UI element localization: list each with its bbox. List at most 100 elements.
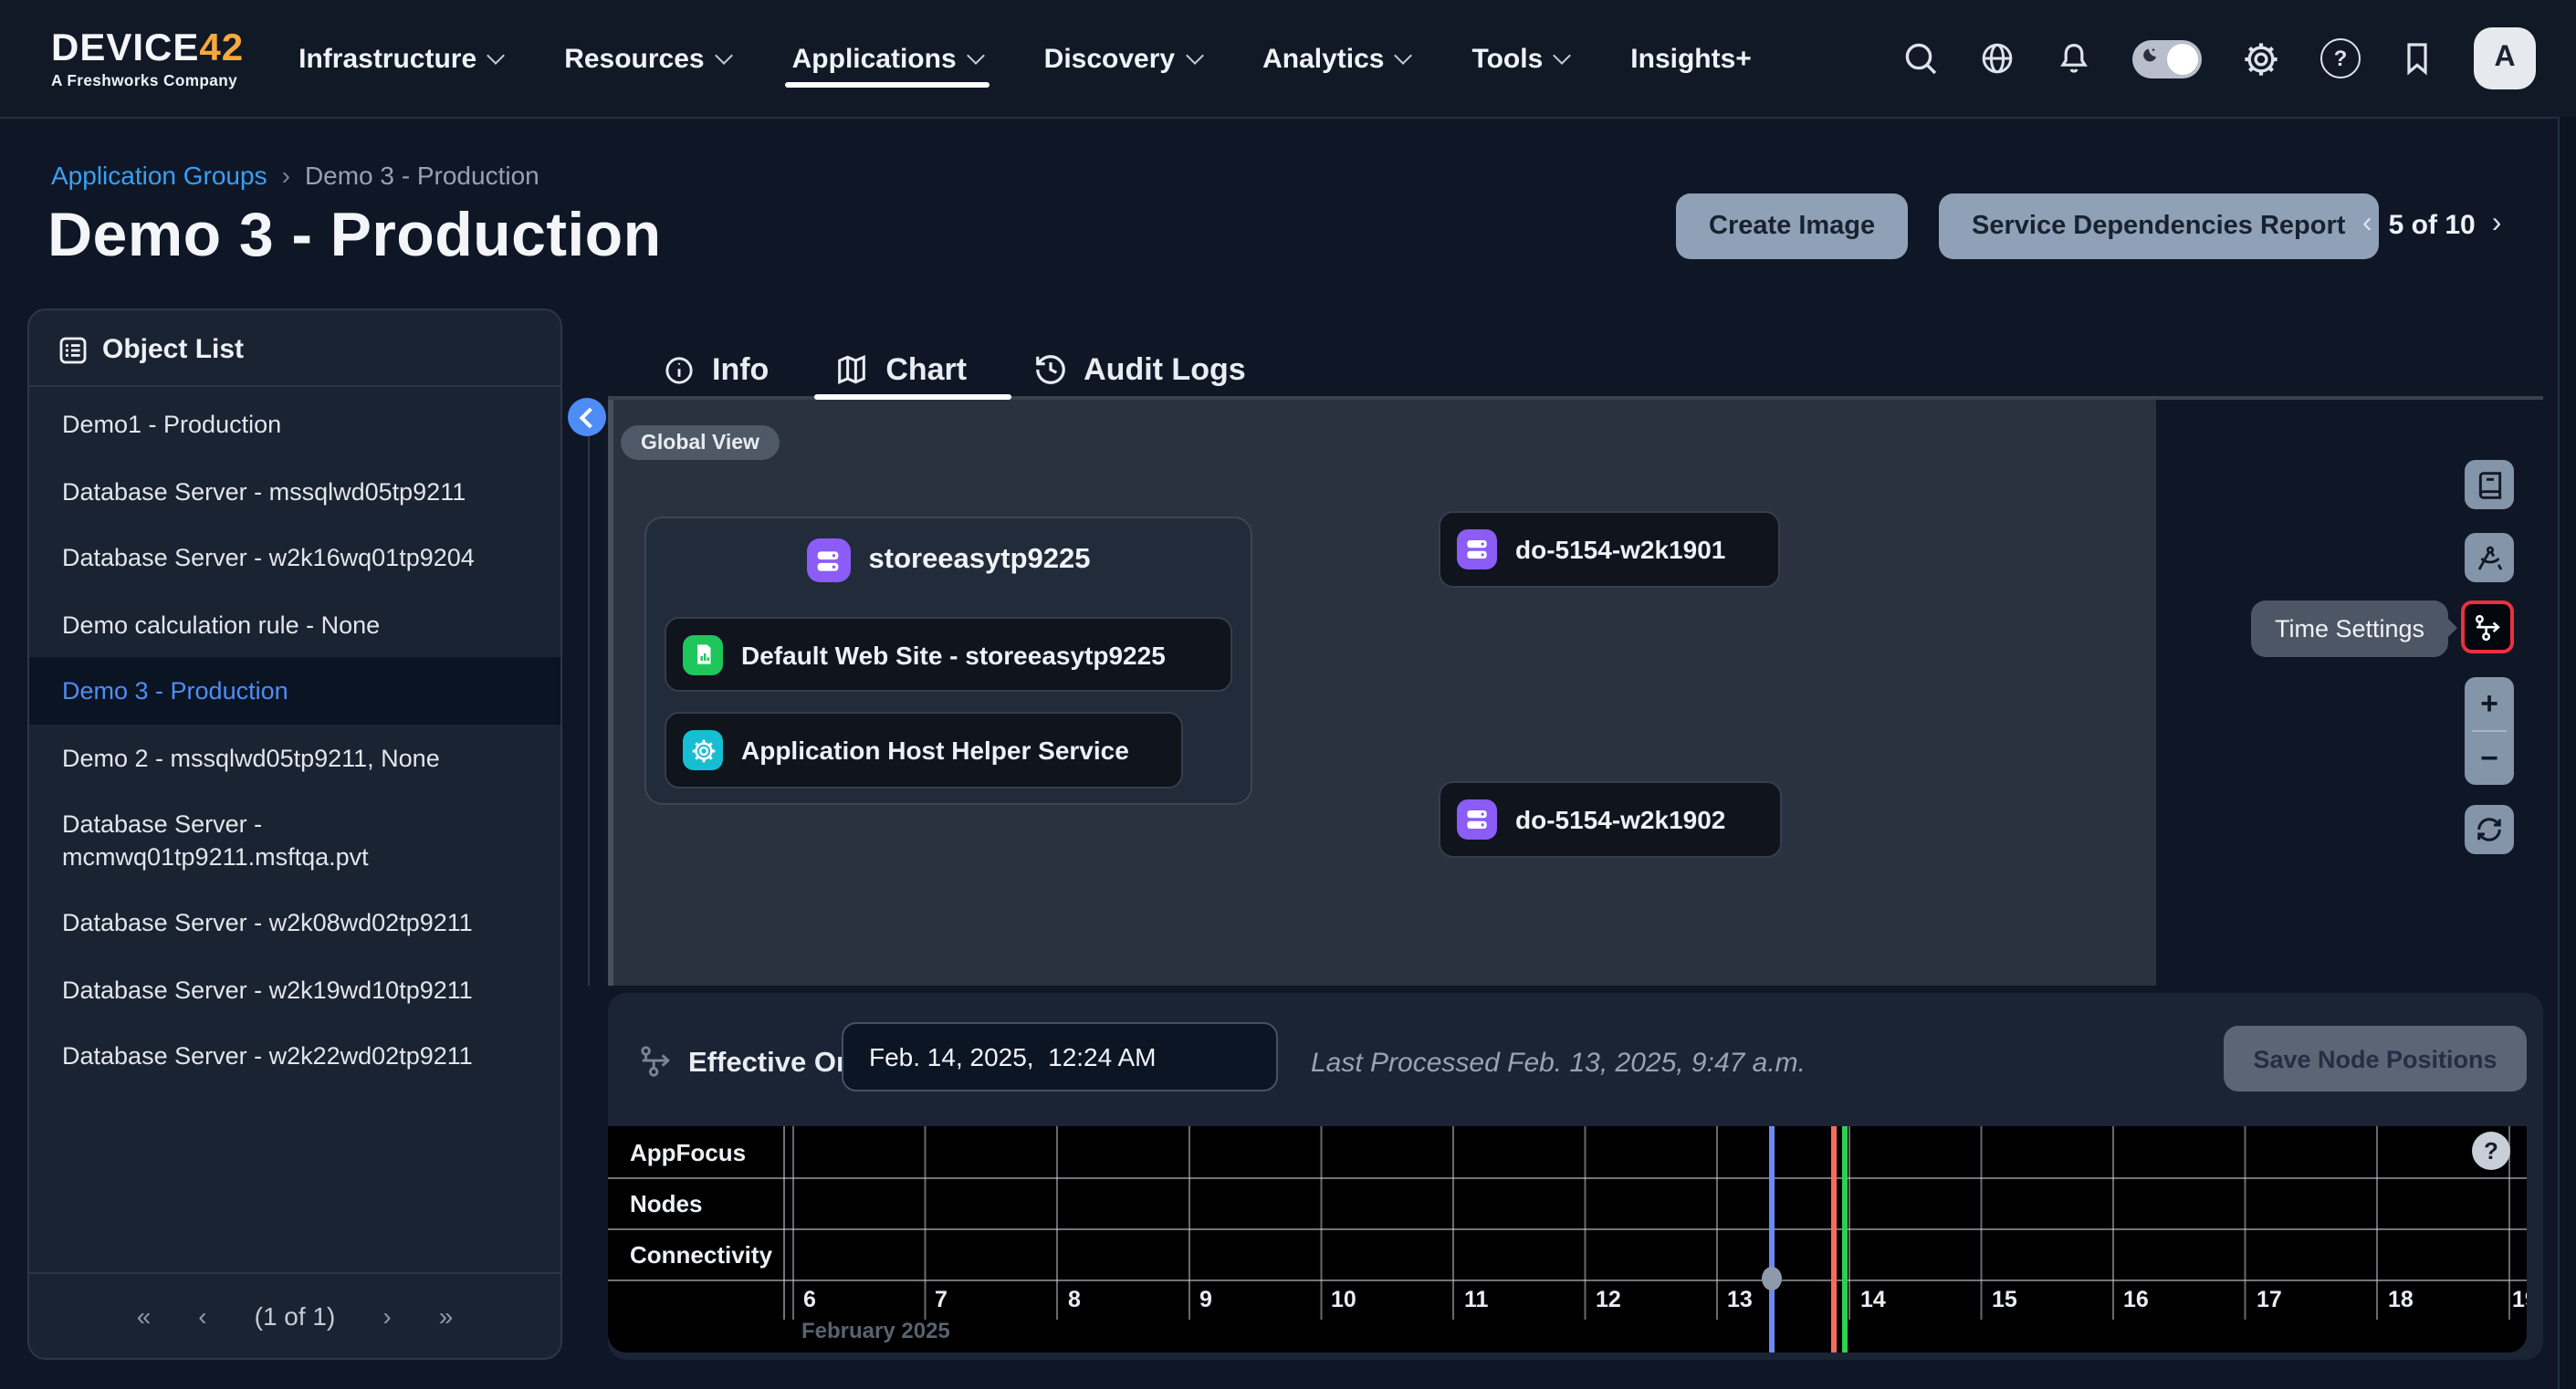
chevron-down-icon bbox=[1395, 46, 1413, 64]
timeline-help-icon[interactable]: ? bbox=[2472, 1132, 2510, 1170]
server-icon bbox=[807, 538, 851, 582]
map-icon bbox=[834, 352, 869, 387]
pagination-prev-icon[interactable]: ‹ bbox=[198, 1301, 206, 1331]
node-application-host-helper-service[interactable]: Application Host Helper Service bbox=[665, 712, 1183, 788]
history-timeline[interactable]: AppFocus Nodes Connectivity 6 7 8 9 10 1… bbox=[608, 1126, 2527, 1352]
node-group-storeeasytp9225[interactable]: storeeasytp9225 Default Web Site - store… bbox=[644, 517, 1252, 805]
theme-toggle[interactable] bbox=[2132, 39, 2202, 78]
effective-on-label: Effective On bbox=[688, 1048, 853, 1081]
list-item-selected[interactable]: Demo 3 - Production bbox=[29, 657, 560, 724]
tab-audit-logs[interactable]: Audit Logs bbox=[1032, 339, 1246, 400]
day-tick: 9 bbox=[1199, 1287, 1212, 1312]
timeline-month-label: February 2025 bbox=[801, 1318, 950, 1343]
list-item[interactable]: Demo 2 - mssqlwd05tp9211, None bbox=[29, 724, 560, 790]
node-default-web-site[interactable]: Default Web Site - storeeasytp9225 bbox=[665, 617, 1232, 692]
create-image-button[interactable]: Create Image bbox=[1676, 193, 1908, 259]
zoom-out-button[interactable]: − bbox=[2465, 732, 2514, 785]
node-label: do-5154-w2k1902 bbox=[1515, 805, 1725, 834]
notifications-bell-icon[interactable] bbox=[2056, 40, 2092, 77]
layout-compass-button[interactable] bbox=[2465, 533, 2514, 582]
day-tick: 12 bbox=[1596, 1287, 1621, 1312]
node-do-5154-w2k1902[interactable]: do-5154-w2k1902 bbox=[1439, 781, 1782, 858]
server-icon bbox=[1457, 799, 1497, 840]
object-list-panel: Object List Demo1 - Production Database … bbox=[27, 308, 562, 1360]
menu-analytics[interactable]: Analytics bbox=[1262, 0, 1409, 117]
list-item[interactable]: Database Server - w2k22wd02tp9211 bbox=[29, 1023, 560, 1090]
menu-applications[interactable]: Applications bbox=[792, 0, 982, 117]
device42-logo[interactable]: DEVICE42 A Freshworks Company bbox=[51, 28, 244, 88]
list-item[interactable]: Database Server - mcmwq01tp9211.msftqa.p… bbox=[29, 791, 560, 890]
logo-text: DEVICE42 bbox=[51, 28, 244, 67]
page-right-gutter bbox=[2560, 117, 2576, 1389]
book-icon bbox=[2475, 470, 2504, 499]
timeline-row-line bbox=[608, 1177, 2527, 1179]
chevron-down-icon bbox=[487, 46, 505, 64]
chevron-left-icon bbox=[579, 407, 600, 428]
list-item[interactable]: Database Server - w2k19wd10tp9211 bbox=[29, 956, 560, 1023]
search-icon[interactable] bbox=[1902, 40, 1939, 77]
list-item[interactable]: Database Server - w2k08wd02tp9211 bbox=[29, 890, 560, 956]
timeline-row-nodes: Nodes bbox=[630, 1190, 702, 1217]
nav-icon-group: ? A bbox=[1902, 27, 2536, 89]
zoom-in-button[interactable]: + bbox=[2465, 677, 2514, 730]
server-icon bbox=[1457, 529, 1497, 569]
time-panel: Effective On Last Processed Feb. 13, 202… bbox=[608, 993, 2543, 1360]
object-list-pagination: « ‹ (1 of 1) › » bbox=[29, 1272, 560, 1358]
red-event-marker bbox=[1831, 1126, 1836, 1352]
object-list-header: Object List bbox=[29, 310, 560, 387]
main-menu: Infrastructure Resources Applications Di… bbox=[298, 0, 1752, 117]
time-settings-tooltip: Time Settings bbox=[2251, 601, 2448, 657]
timeline-label-divider bbox=[783, 1126, 785, 1320]
pagination-first-icon[interactable]: « bbox=[137, 1301, 152, 1331]
menu-resources[interactable]: Resources bbox=[564, 0, 729, 117]
node-label: Application Host Helper Service bbox=[741, 736, 1129, 765]
history-icon bbox=[1032, 352, 1067, 387]
collapse-sidebar-button[interactable] bbox=[568, 398, 606, 436]
pager-prev-icon[interactable]: ‹ bbox=[2362, 208, 2372, 241]
effective-on-datetime-input[interactable] bbox=[842, 1022, 1278, 1091]
menu-discovery[interactable]: Discovery bbox=[1044, 0, 1200, 117]
tab-chart[interactable]: Chart bbox=[834, 339, 967, 400]
tab-info[interactable]: Info bbox=[663, 339, 769, 400]
list-item[interactable]: Demo1 - Production bbox=[29, 391, 560, 457]
selected-time-marker[interactable] bbox=[1769, 1126, 1774, 1352]
globe-icon[interactable] bbox=[1979, 40, 2016, 77]
canvas-left-scrollbar[interactable] bbox=[608, 400, 613, 986]
object-list-icon bbox=[58, 335, 88, 364]
logo-subtitle: A Freshworks Company bbox=[51, 72, 244, 88]
refresh-button[interactable] bbox=[2465, 805, 2514, 854]
menu-infrastructure[interactable]: Infrastructure bbox=[298, 0, 502, 117]
list-item[interactable]: Database Server - w2k16wq01tp9204 bbox=[29, 524, 560, 590]
pagination-next-icon[interactable]: › bbox=[382, 1301, 391, 1331]
pager-next-icon[interactable]: › bbox=[2492, 208, 2502, 241]
breadcrumb-separator: › bbox=[282, 161, 290, 190]
list-item[interactable]: Demo calculation rule - None bbox=[29, 590, 560, 657]
bookmark-icon[interactable] bbox=[2401, 40, 2434, 77]
day-tick: 8 bbox=[1068, 1287, 1081, 1312]
object-list: Demo1 - Production Database Server - mss… bbox=[29, 387, 560, 1272]
website-icon bbox=[683, 634, 723, 674]
breadcrumb-application-groups[interactable]: Application Groups bbox=[51, 161, 267, 190]
day-tick: 15 bbox=[1992, 1287, 2017, 1312]
record-pager: ‹ 5 of 10 › bbox=[2362, 208, 2501, 241]
menu-tools[interactable]: Tools bbox=[1472, 0, 1569, 117]
chevron-down-icon bbox=[967, 46, 985, 64]
node-do-5154-w2k1901[interactable]: do-5154-w2k1901 bbox=[1439, 511, 1780, 588]
pagination-last-icon[interactable]: » bbox=[439, 1301, 454, 1331]
object-list-title: Object List bbox=[102, 334, 244, 365]
service-dependencies-report-button[interactable]: Service Dependencies Report bbox=[1939, 193, 2378, 259]
menu-insights[interactable]: Insights+ bbox=[1630, 0, 1752, 117]
help-icon[interactable]: ? bbox=[2320, 38, 2361, 78]
save-node-positions-button[interactable]: Save Node Positions bbox=[2224, 1026, 2527, 1091]
pager-label: 5 of 10 bbox=[2389, 209, 2476, 240]
time-settings-button[interactable] bbox=[2461, 601, 2514, 653]
legend-book-button[interactable] bbox=[2465, 460, 2514, 509]
drafting-compass-icon bbox=[2475, 543, 2504, 572]
settings-gear-icon[interactable] bbox=[2242, 39, 2280, 78]
day-tick: 6 bbox=[803, 1287, 816, 1312]
time-marker-handle[interactable] bbox=[1762, 1267, 1782, 1290]
list-item[interactable]: Database Server - mssqlwd05tp9211 bbox=[29, 457, 560, 524]
detail-tabs: Info Chart Audit Logs bbox=[608, 339, 2156, 400]
breadcrumb: Application Groups › Demo 3 - Production bbox=[51, 161, 539, 190]
user-avatar[interactable]: A bbox=[2474, 27, 2536, 89]
